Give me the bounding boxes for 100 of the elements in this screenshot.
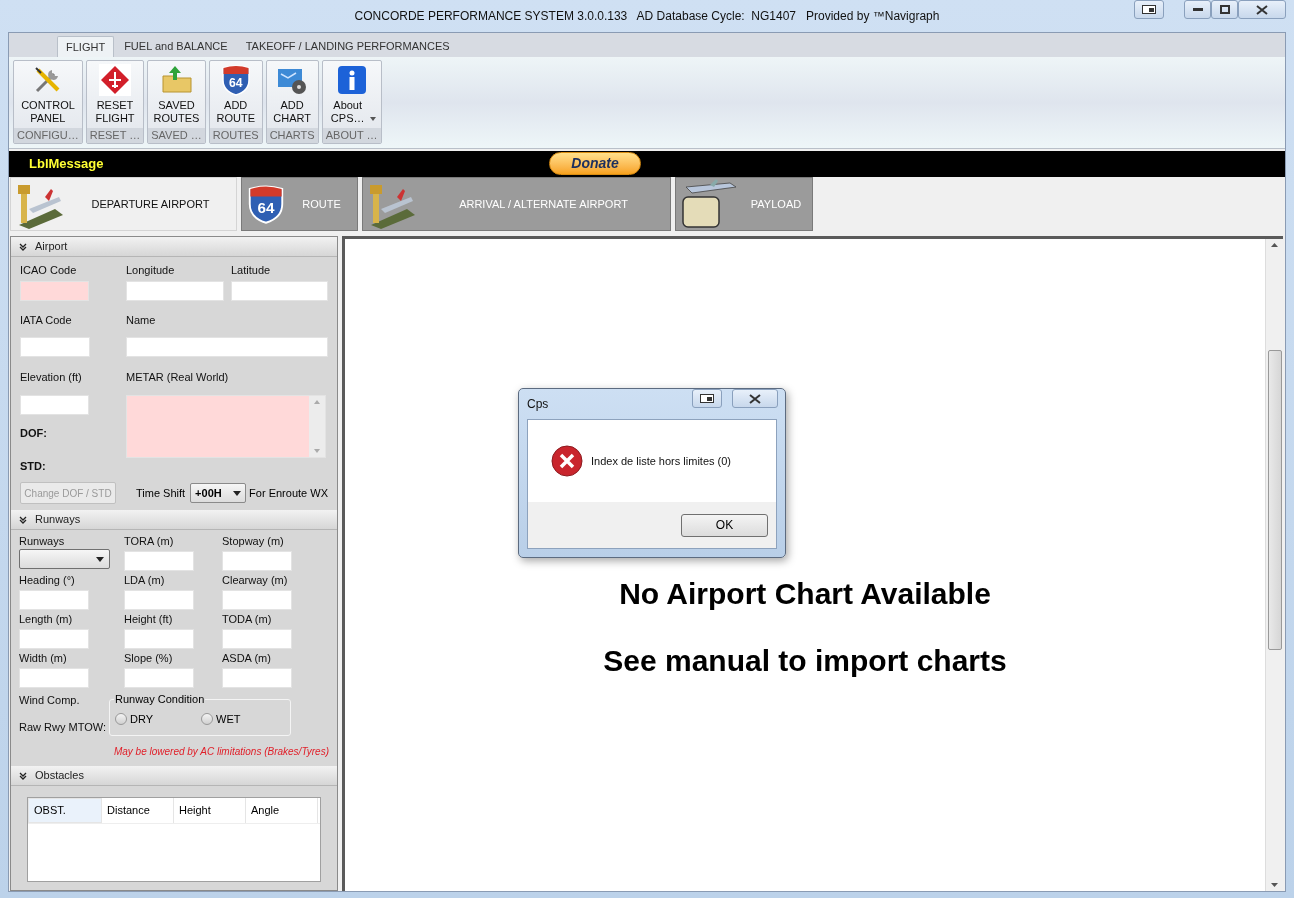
column-header[interactable]: OBST.: [28, 798, 102, 823]
ribbon-tab[interactable]: FUEL and BALANCE: [116, 36, 236, 57]
column-header[interactable]: Distance: [102, 798, 174, 823]
radio-option[interactable]: DRY: [115, 710, 154, 727]
minimize-button[interactable]: [1184, 0, 1211, 19]
highway-shield-icon: 64: [246, 184, 286, 224]
field-label: Time Shift: [136, 485, 186, 501]
input-field[interactable]: [124, 590, 194, 610]
chart-message: See manual to import charts: [603, 644, 1007, 678]
close-icon: [1256, 4, 1268, 15]
field-label: Clearway (m): [222, 573, 289, 587]
input-field[interactable]: [222, 668, 292, 688]
double-chevron-icon: [19, 771, 27, 780]
field-label: Longitude: [126, 263, 176, 277]
scroll-up-icon: [1271, 243, 1278, 247]
input-field[interactable]: [20, 395, 89, 415]
maximize-icon: [1219, 5, 1230, 14]
scrollbar[interactable]: [309, 396, 325, 457]
snap-button[interactable]: [692, 389, 722, 408]
donate-button[interactable]: Donate: [549, 152, 641, 175]
ribbon-button-label: ADD CHART: [272, 99, 312, 125]
section-header[interactable]: Obstacles: [11, 766, 337, 786]
caret-icon: [233, 490, 242, 496]
input-field[interactable]: [231, 281, 328, 301]
field-label: Name: [126, 314, 156, 326]
input-field[interactable]: [126, 281, 224, 301]
chart-message: No Airport Chart Available: [619, 577, 991, 611]
ok-button[interactable]: OK: [681, 513, 768, 537]
page-tab[interactable]: DEPARTURE AIRPORT: [10, 177, 237, 231]
input-field[interactable]: [222, 629, 292, 649]
radio-button[interactable]: [115, 712, 127, 725]
window-layout-icon: [1142, 5, 1156, 14]
input-field[interactable]: [19, 590, 89, 610]
warning-note: May be lowered by AC limitations (Brakes/Tyres): [113, 745, 329, 759]
message-text: LblMessage: [29, 155, 104, 174]
input-field[interactable]: [20, 281, 89, 301]
dialog-message: Index de liste hors limites (0): [591, 453, 731, 469]
time-shift-select[interactable]: +00H: [190, 483, 247, 503]
field-label: TODA (m): [222, 612, 273, 626]
input-field[interactable]: [222, 590, 292, 610]
group-title: Runway Condition: [114, 692, 206, 706]
ribbon-button[interactable]: 64 ADD ROUTE: [209, 61, 262, 128]
ribbon-button[interactable]: About CPS…: [322, 61, 381, 128]
field-label: ICAO Code: [20, 263, 78, 277]
input-field[interactable]: [20, 337, 90, 357]
snap-button[interactable]: [1134, 0, 1164, 19]
scroll-up-icon: [314, 400, 320, 404]
input-field[interactable]: [124, 668, 194, 688]
input-field[interactable]: [124, 551, 194, 571]
info-icon: [335, 64, 368, 96]
close-button[interactable]: [1238, 0, 1286, 19]
close-button[interactable]: [732, 389, 778, 408]
column-header[interactable]: Angle: [246, 798, 318, 823]
caret-icon: [369, 117, 376, 121]
field-label: METAR (Real World): [126, 371, 229, 383]
ribbon-group-label: CHARTS: [266, 128, 318, 143]
caret-icon: [96, 556, 104, 562]
column-header[interactable]: Height: [174, 798, 246, 823]
ribbon-tab[interactable]: TAKEOFF / LANDING PERFORMANCES: [237, 36, 458, 57]
ribbon-button[interactable]: SAVED ROUTES: [148, 61, 205, 128]
input-field[interactable]: [222, 551, 292, 571]
ribbon-button-label: SAVED ROUTES: [153, 99, 200, 125]
field-label: Latitude: [231, 263, 272, 277]
field-label: For Enroute WX: [249, 485, 328, 501]
runway-select[interactable]: [19, 549, 110, 569]
input-field[interactable]: [126, 337, 328, 357]
ribbon-tab[interactable]: FLIGHT: [57, 36, 115, 57]
ribbon-button[interactable]: RESET FLIGHT: [86, 61, 144, 128]
close-icon: [749, 393, 761, 404]
window-layout-icon: [700, 394, 714, 403]
ribbon-button[interactable]: CONTROL PANEL: [14, 61, 82, 128]
window-title: CONCORDE PERFORMANCE SYSTEM 3.0.0.133 AD Database Cycle: NG1407 Provided by ™Navigraph: [354, 8, 940, 25]
ribbon-group-label: SAVED …: [148, 128, 205, 143]
ribbon-group-label: RESET …: [86, 128, 144, 143]
input-field[interactable]: [19, 668, 89, 688]
field-label: Length (m): [19, 612, 74, 626]
field-label: LDA (m): [124, 573, 166, 587]
radio-button[interactable]: [201, 712, 214, 725]
error-icon: [551, 445, 583, 477]
maximize-button[interactable]: [1211, 0, 1238, 19]
ribbon-group-label: ROUTES: [209, 128, 262, 143]
field-label: Elevation (ft): [20, 371, 82, 383]
field-label: Heading (°): [19, 573, 76, 587]
scroll-thumb[interactable]: [1267, 350, 1282, 650]
ribbon-button[interactable]: ADD CHART: [266, 61, 318, 128]
minimize-icon: [1192, 8, 1203, 11]
input-field[interactable]: [19, 629, 89, 649]
ribbon-button-label: RESET FLIGHT: [95, 99, 135, 125]
scroll-down-icon: [1271, 883, 1278, 887]
section-header[interactable]: Runways: [11, 510, 337, 530]
scrollbar[interactable]: [1265, 239, 1283, 891]
page-tab[interactable]: 64 ROUTE: [241, 177, 358, 231]
input-field[interactable]: [124, 629, 194, 649]
section-header[interactable]: Airport: [11, 237, 337, 257]
ribbon-button-label: CONTROL PANEL: [21, 99, 75, 125]
metar-textarea[interactable]: [126, 395, 326, 458]
field-label: Height (ft): [124, 612, 174, 626]
folder-upload-icon: [160, 64, 193, 96]
scroll-down-icon: [314, 449, 320, 453]
radio-option[interactable]: WET: [201, 710, 241, 727]
